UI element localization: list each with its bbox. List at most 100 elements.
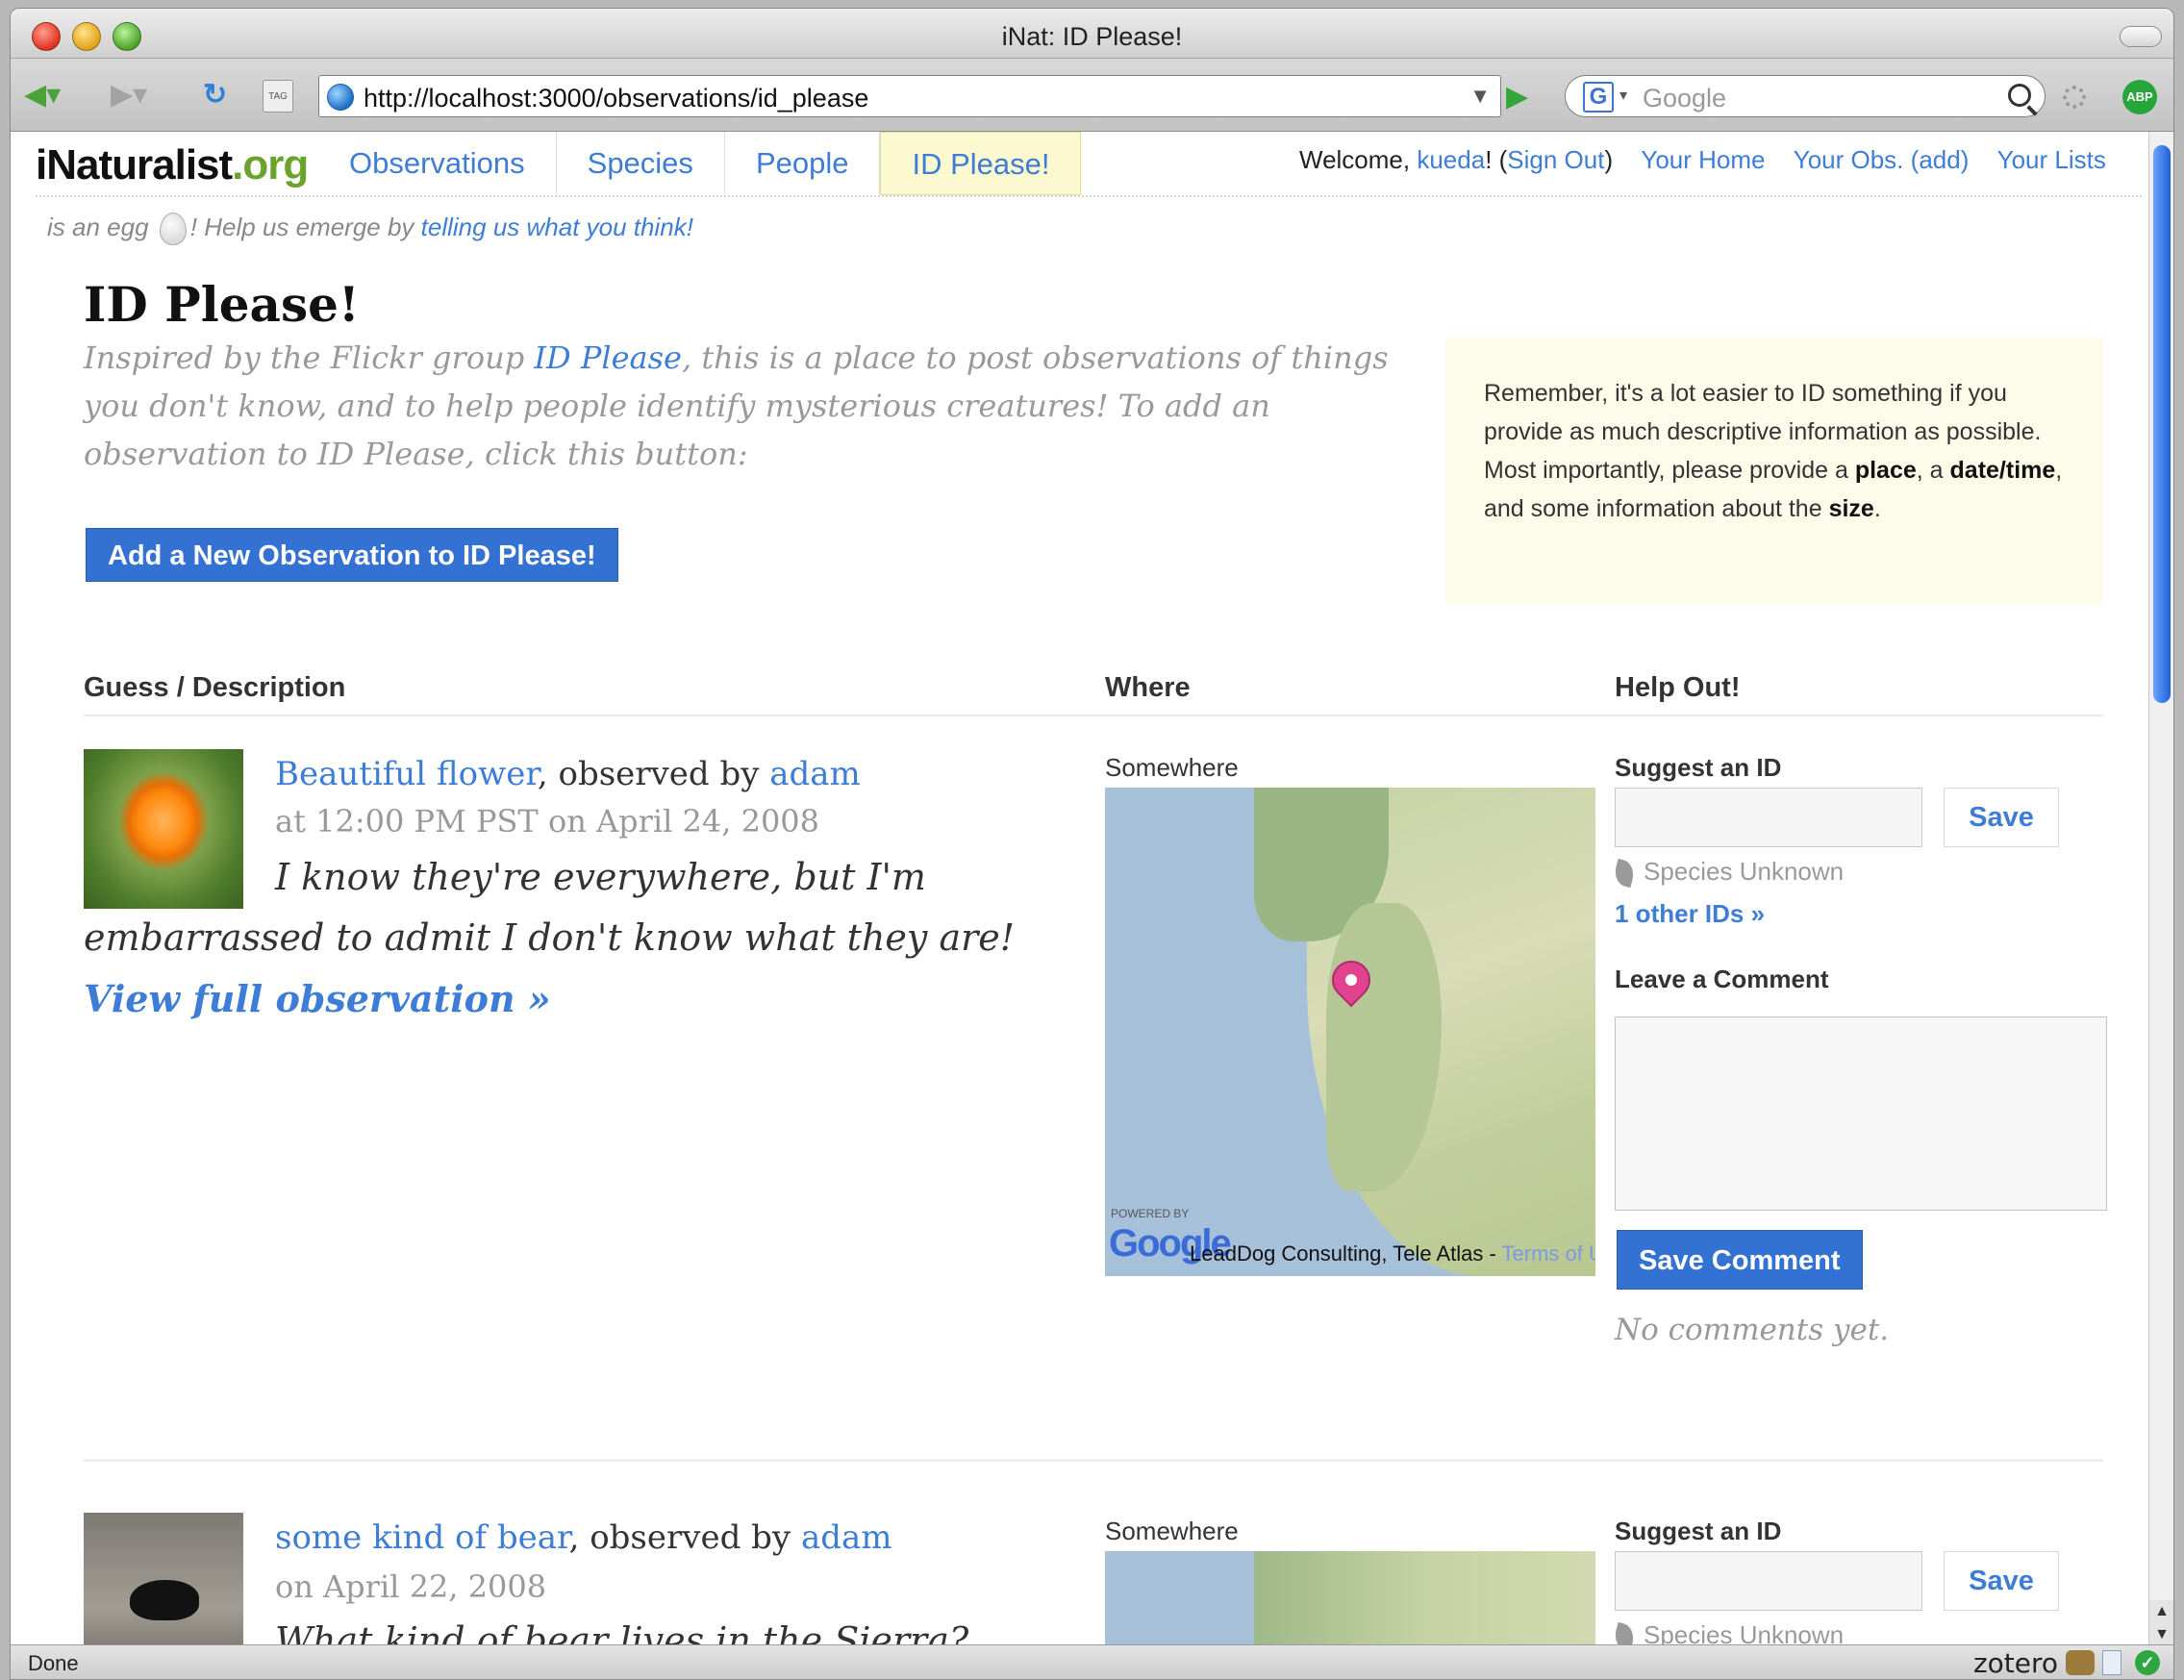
tip-box: Remember, it's a lot easier to ID someth… xyxy=(1445,338,2103,605)
page-icon[interactable] xyxy=(2102,1650,2121,1675)
url-dropdown-icon[interactable]: ▼ xyxy=(1469,84,1491,109)
observation-divider xyxy=(84,1459,2103,1462)
scroll-down-arrow-icon[interactable]: ▼ xyxy=(2149,1623,2173,1646)
tab-id-please[interactable]: ID Please! xyxy=(880,132,1082,195)
column-header-where: Where xyxy=(1105,672,1191,703)
status-text: Done xyxy=(28,1651,79,1675)
add-close-paren: ) xyxy=(1960,145,1970,174)
suggest-id-label: Suggest an ID xyxy=(1615,753,1782,782)
browser-toolbar: ◀▾ ▶▾ ↻ TAG http://localhost:3000/observ… xyxy=(11,59,2173,132)
search-bar[interactable]: G ▾ Google xyxy=(1565,75,2046,117)
tip-datetime: date/time xyxy=(1949,457,2056,484)
user-bar: Welcome, kueda! (Sign Out) Your Home You… xyxy=(1299,145,2106,175)
title-bar: iNat: ID Please! xyxy=(11,9,2173,59)
toolbar-toggle-button[interactable] xyxy=(2120,26,2162,47)
no-comments-text: No comments yet. xyxy=(1615,1313,1890,1347)
flickr-group-link[interactable]: ID Please xyxy=(534,339,682,376)
scroll-up-arrow-icon[interactable]: ▲ xyxy=(2149,1600,2173,1623)
map-credit: LeadDog Consulting, Tele Atlas - Terms o… xyxy=(1190,1241,1595,1266)
view-full-observation-link[interactable]: View full observation » xyxy=(84,977,551,1020)
vertical-scrollbar[interactable]: ▲ ▼ xyxy=(2148,132,2173,1646)
username-link[interactable]: kueda xyxy=(1417,145,1485,174)
observation-title-line-2: some kind of bear, observed by adam xyxy=(275,1518,891,1557)
back-arrow-icon[interactable]: ◀▾ xyxy=(24,78,61,113)
observation-date-2: on April 22, 2008 xyxy=(275,1568,547,1605)
observed-by-text-2: , observed by xyxy=(568,1518,801,1557)
scrollbar-thumb[interactable] xyxy=(2153,145,2171,703)
search-engine-dropdown-icon[interactable]: ▾ xyxy=(1619,86,1627,105)
forward-arrow-icon[interactable]: ▶▾ xyxy=(111,78,147,113)
beta-notice: is an egg ! Help us emerge by telling us… xyxy=(47,213,693,246)
search-input[interactable]: Google xyxy=(1643,84,1726,113)
search-icon[interactable] xyxy=(2008,84,2031,107)
your-home-link[interactable]: Your Home xyxy=(1641,145,1765,174)
map-powered-by: POWERED BY xyxy=(1111,1207,1190,1220)
observation-description-text: I know they're everywhere, but I'm embar… xyxy=(84,856,1016,959)
leaf-icon xyxy=(1611,1621,1638,1646)
observation-title-link-2[interactable]: some kind of bear xyxy=(275,1518,569,1557)
feedback-link[interactable]: telling us what you think! xyxy=(421,213,693,241)
observation-description: I know they're everywhere, but I'm embar… xyxy=(84,847,1084,1030)
adblock-icon[interactable]: ABP xyxy=(2122,80,2157,114)
reload-icon[interactable]: ↻ xyxy=(203,78,227,113)
add-observation-button[interactable]: Add a New Observation to ID Please! xyxy=(86,528,618,582)
comment-textarea[interactable] xyxy=(1615,1016,2107,1211)
page-title: ID Please! xyxy=(84,276,360,333)
observation-date: at 12:00 PM PST on April 24, 2008 xyxy=(275,803,820,840)
tip-place: place xyxy=(1854,457,1917,484)
bear-shape xyxy=(130,1580,199,1620)
your-obs-link[interactable]: Your Obs. xyxy=(1794,145,1904,174)
tab-observations[interactable]: Observations xyxy=(318,132,557,195)
observation-thumbnail-2[interactable] xyxy=(84,1513,243,1646)
observation-map-2[interactable] xyxy=(1105,1551,1595,1646)
suggest-id-input-2[interactable] xyxy=(1615,1551,1922,1611)
observer-link[interactable]: adam xyxy=(769,755,861,793)
save-id-button[interactable]: Save xyxy=(1944,788,2059,847)
other-ids-link[interactable]: 1 other IDs » xyxy=(1615,899,1765,929)
terms-of-use-link[interactable]: Terms of Use xyxy=(1502,1241,1595,1266)
zotero-label[interactable]: zotero xyxy=(1973,1647,2058,1679)
where-label: Somewhere xyxy=(1105,753,1239,782)
column-header-help: Help Out! xyxy=(1615,672,1741,703)
welcome-punct: ! ( xyxy=(1485,145,1508,174)
map-credit-text: LeadDog Consulting, Tele Atlas - xyxy=(1190,1241,1502,1266)
add-obs-link[interactable]: add xyxy=(1919,145,1960,174)
add-open-paren: ( xyxy=(1910,145,1920,174)
leaf-icon xyxy=(1611,858,1638,889)
suggest-id-input[interactable] xyxy=(1615,788,1922,847)
column-header-guess: Guess / Description xyxy=(84,672,346,703)
your-lists-link[interactable]: Your Lists xyxy=(1997,145,2106,174)
observer-link-2[interactable]: adam xyxy=(801,1518,892,1557)
beta-notice-middle: ! Help us emerge by xyxy=(189,213,414,241)
observation-title-link[interactable]: Beautiful flower xyxy=(275,755,538,793)
save-id-button-2[interactable]: Save xyxy=(1944,1551,2059,1611)
site-logo[interactable]: iNaturalist.org xyxy=(36,141,309,189)
logo-tld: .org xyxy=(232,141,309,188)
zotero-owl-icon[interactable] xyxy=(2066,1650,2095,1675)
egg-icon xyxy=(159,213,187,246)
go-arrow-icon[interactable]: ▶ xyxy=(1506,80,1528,114)
tip-size: size xyxy=(1828,495,1874,522)
sign-out-link[interactable]: Sign Out xyxy=(1507,145,1604,174)
observed-by-text: , observed by xyxy=(537,755,770,793)
url-bar[interactable]: http://localhost:3000/observations/id_pl… xyxy=(318,75,1501,117)
welcome-text: Welcome, xyxy=(1299,145,1411,174)
search-engine-icon[interactable]: G xyxy=(1583,82,1614,113)
observation-description-2: What kind of bear lives in the Sierra? xyxy=(275,1619,969,1646)
species-unknown-text-2: Species Unknown xyxy=(1644,1620,1845,1646)
intro-text: Inspired by the Flickr group ID Please, … xyxy=(84,334,1420,478)
header-divider xyxy=(36,195,2142,197)
observation-title-line: Beautiful flower, observed by adam xyxy=(275,755,861,793)
species-unknown-2: Species Unknown xyxy=(1611,1620,1845,1646)
browser-window: iNat: ID Please! ◀▾ ▶▾ ↻ TAG http://loca… xyxy=(10,8,2174,1680)
tag-icon[interactable]: TAG xyxy=(263,80,293,113)
tab-people[interactable]: People xyxy=(725,132,881,195)
logo-main: iNaturalist xyxy=(36,141,233,188)
beta-notice-prefix: is an egg xyxy=(47,213,149,241)
tab-species[interactable]: Species xyxy=(557,132,725,195)
url-text[interactable]: http://localhost:3000/observations/id_pl… xyxy=(364,84,868,113)
observation-map[interactable]: POWERED BY Google LeadDog Consulting, Te… xyxy=(1105,788,1595,1276)
check-icon: ✓ xyxy=(2135,1650,2160,1675)
save-comment-button[interactable]: Save Comment xyxy=(1617,1230,1863,1290)
close-paren: ) xyxy=(1604,145,1614,174)
